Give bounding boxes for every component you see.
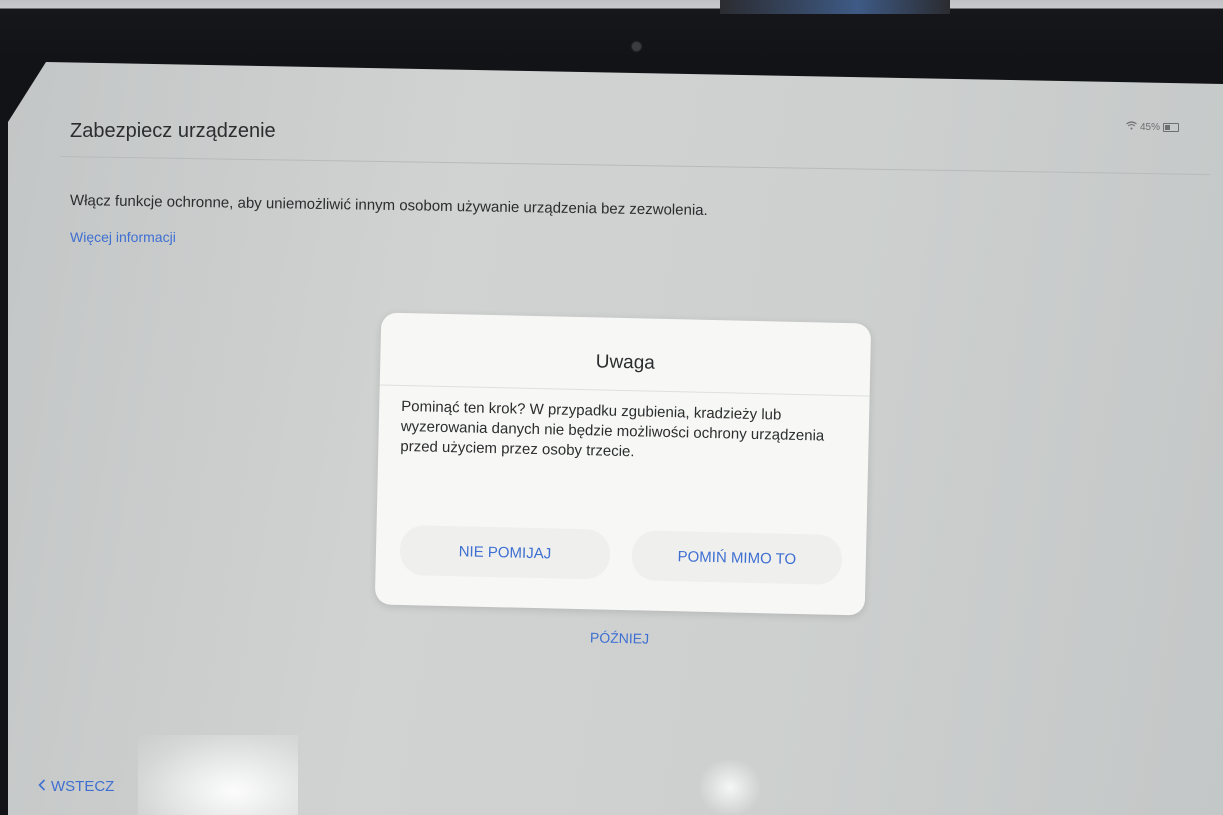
front-camera xyxy=(632,42,641,51)
background-object xyxy=(720,0,950,14)
more-info-link[interactable]: Więcej informacji xyxy=(70,229,176,245)
dialog-divider xyxy=(379,384,870,397)
back-button[interactable]: WSTECZ xyxy=(38,778,114,795)
later-button[interactable]: PÓŹNIEJ xyxy=(590,629,649,646)
back-label: WSTECZ xyxy=(51,778,115,795)
battery-icon xyxy=(1163,122,1180,132)
skip-anyway-button[interactable]: POMIŃ MIMO TO xyxy=(631,530,843,585)
battery-percent: 45% xyxy=(1140,121,1161,133)
warning-dialog: Uwaga Pominąć ten krok? W przypadku zgub… xyxy=(374,312,872,616)
wifi-icon xyxy=(1126,121,1137,133)
dialog-title: Uwaga xyxy=(595,351,656,374)
page-title: Zabezpiecz urządzenie xyxy=(70,120,276,142)
dont-skip-button[interactable]: NIE POMIJAJ xyxy=(399,524,611,580)
dialog-message: Pominąć ten krok? W przypadku zgubienia,… xyxy=(400,397,825,461)
chevron-left-icon xyxy=(38,778,46,795)
photo-frame: Zabezpiecz urządzenie 45% Włącz funkcje … xyxy=(0,0,1223,815)
status-bar: 45% xyxy=(1126,121,1180,133)
